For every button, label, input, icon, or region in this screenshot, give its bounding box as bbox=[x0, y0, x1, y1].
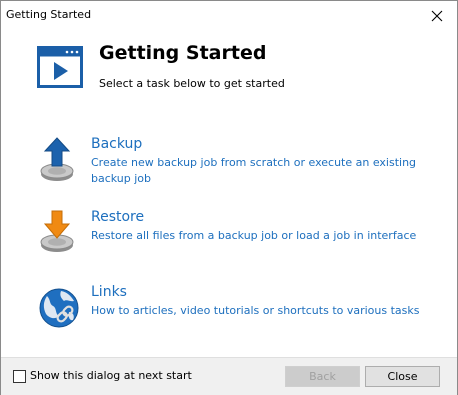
task-links-description[interactable]: How to articles, video tutorials or shor… bbox=[91, 303, 431, 319]
page-title: Getting Started bbox=[99, 42, 267, 64]
task-backup[interactable]: Backup Create new backup job from scratc… bbox=[37, 136, 437, 188]
window-play-icon bbox=[37, 46, 83, 88]
dialog-footer: Show this dialog at next start Back Clos… bbox=[1, 357, 457, 395]
window-close-button[interactable] bbox=[417, 1, 457, 31]
show-at-start-label[interactable]: Show this dialog at next start bbox=[30, 369, 192, 382]
task-links-title[interactable]: Links bbox=[91, 284, 127, 300]
getting-started-dialog: Getting Started Getting Started Select a… bbox=[0, 0, 458, 395]
page-subtitle: Select a task below to get started bbox=[99, 77, 285, 90]
globe-link-icon bbox=[37, 284, 87, 334]
back-button[interactable]: Back bbox=[285, 366, 360, 387]
task-restore[interactable]: Restore Restore all files from a backup … bbox=[37, 209, 437, 259]
close-button[interactable]: Close bbox=[365, 366, 440, 387]
show-at-start-checkbox[interactable] bbox=[13, 370, 26, 383]
close-icon bbox=[431, 10, 443, 22]
task-backup-description[interactable]: Create new backup job from scratch or ex… bbox=[91, 155, 431, 187]
task-backup-title[interactable]: Backup bbox=[91, 136, 142, 152]
download-arrow-disk-icon bbox=[37, 209, 87, 259]
task-links[interactable]: Links How to articles, video tutorials o… bbox=[37, 284, 437, 334]
task-restore-description[interactable]: Restore all files from a backup job or l… bbox=[91, 228, 431, 244]
upload-arrow-disk-icon bbox=[37, 136, 87, 186]
title-bar: Getting Started bbox=[1, 1, 457, 31]
window-title: Getting Started bbox=[6, 8, 92, 21]
task-restore-title[interactable]: Restore bbox=[91, 209, 144, 225]
